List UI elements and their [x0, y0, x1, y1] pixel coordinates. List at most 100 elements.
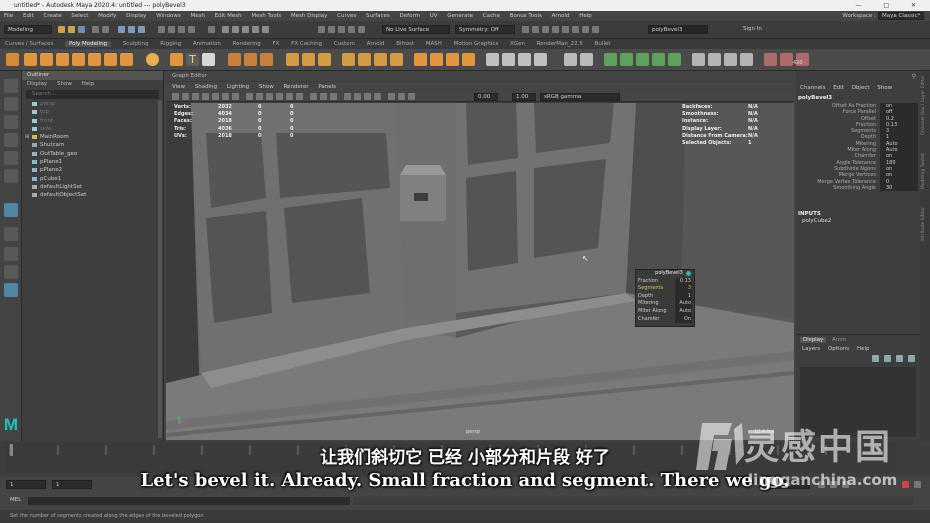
menu-mesh-tools[interactable]: Mesh Tools — [251, 13, 281, 19]
mel-command-input[interactable] — [28, 497, 350, 505]
input-line-icon[interactable] — [522, 26, 529, 33]
menu-create[interactable]: Create — [43, 13, 61, 19]
platonic-solid-icon[interactable] — [146, 53, 159, 66]
isolate-select-icon[interactable] — [388, 93, 395, 100]
boolean-difference-icon[interactable] — [302, 53, 315, 66]
open-scene-icon[interactable] — [68, 26, 75, 33]
shelf-tab-arnold[interactable]: Arnold — [367, 41, 385, 47]
render-settings-icon[interactable] — [348, 26, 355, 33]
target-weld-icon[interactable] — [502, 53, 515, 66]
poly-type-icon[interactable]: T — [186, 53, 199, 66]
delete-history-icon[interactable] — [764, 53, 777, 66]
toggle-tool-settings-icon[interactable] — [582, 26, 589, 33]
poly-torus-icon[interactable] — [88, 53, 101, 66]
shadows-icon[interactable] — [296, 93, 303, 100]
shelf-tab-bifrost[interactable]: Bifrost — [396, 41, 414, 47]
channel-box-pin-icon[interactable]: ⚲ — [912, 73, 916, 80]
select-camera-icon[interactable] — [172, 93, 179, 100]
gamma-icon[interactable] — [408, 93, 415, 100]
minimize-icon[interactable]: — — [855, 2, 871, 9]
render-icon[interactable] — [328, 26, 335, 33]
layer-down-icon[interactable] — [908, 355, 915, 362]
symmetry-dropdown[interactable]: Symmetry: Off — [455, 25, 515, 34]
menu-cache[interactable]: Cache — [483, 13, 500, 19]
lights-icon[interactable] — [286, 93, 293, 100]
shelf-tab-fx-caching[interactable]: FX Caching — [291, 41, 322, 47]
maximize-icon[interactable]: □ — [883, 2, 899, 9]
bevel-row[interactable]: Depth 1 — [636, 292, 694, 301]
outliner-menu-help[interactable]: Help — [82, 81, 95, 87]
outliner-item[interactable]: side — [22, 125, 163, 133]
menu-edit-mesh[interactable]: Edit Mesh — [215, 13, 242, 19]
bevel-icon[interactable] — [414, 53, 427, 66]
combine-icon[interactable] — [228, 53, 241, 66]
menu-deform[interactable]: Deform — [400, 13, 420, 19]
select-tool-icon[interactable] — [4, 79, 18, 93]
cylindrical-map-icon[interactable] — [652, 53, 665, 66]
backface-icon[interactable] — [330, 93, 337, 100]
menu-surfaces[interactable]: Surfaces — [366, 13, 390, 19]
bevel-row-value[interactable]: 1 — [675, 292, 692, 301]
image-plane-icon[interactable] — [202, 93, 209, 100]
four-view-icon[interactable] — [4, 227, 18, 241]
wireframe-on-shaded-icon[interactable] — [266, 93, 273, 100]
poly-cone-icon[interactable] — [72, 53, 85, 66]
soften-edge-icon[interactable] — [708, 53, 721, 66]
window-controls[interactable]: — □ ✕ — [855, 0, 926, 11]
harden-edge-icon[interactable] — [724, 53, 737, 66]
smooth-shade-icon[interactable] — [256, 93, 263, 100]
boolean-intersection-icon[interactable] — [318, 53, 331, 66]
fill-hole-icon[interactable] — [446, 53, 459, 66]
channel-menu-object[interactable]: Object — [852, 85, 870, 91]
channel-row[interactable]: Smoothing Angle 30 — [796, 184, 920, 192]
extrude-icon[interactable] — [374, 53, 387, 66]
outliner-item[interactable]: front — [22, 117, 163, 125]
menu-curves[interactable]: Curves — [337, 13, 356, 19]
channel-row-value[interactable]: 30 — [880, 184, 918, 192]
pin-icon[interactable] — [686, 271, 691, 276]
spherical-map-icon[interactable] — [668, 53, 681, 66]
outliner-item[interactable]: pCube1 — [22, 175, 163, 183]
menu-bonus-tools[interactable]: Bonus Tools — [510, 13, 542, 19]
persp-outliner-icon[interactable] — [4, 247, 18, 261]
poly-plane-icon[interactable] — [104, 53, 117, 66]
menu-uv[interactable]: UV — [430, 13, 438, 19]
xray-active-icon[interactable] — [398, 93, 405, 100]
hypershade-icon[interactable] — [358, 26, 365, 33]
anti-aliasing-icon[interactable] — [364, 93, 371, 100]
outliner-menu-display[interactable]: Display — [27, 81, 47, 87]
channel-menu-channels[interactable]: Channels — [800, 85, 825, 91]
expand-icon[interactable]: ⊞ — [25, 133, 30, 141]
mode-dropdown[interactable]: Modeling — [4, 25, 52, 34]
connect-icon[interactable] — [518, 53, 531, 66]
smooth-icon[interactable] — [260, 53, 273, 66]
new-scene-icon[interactable] — [58, 26, 65, 33]
bevel-row-value[interactable]: 0.13 — [675, 277, 692, 286]
wireframe-icon[interactable] — [246, 93, 253, 100]
lasso-tool-icon[interactable] — [4, 97, 18, 111]
quad-draw-icon[interactable] — [534, 53, 547, 66]
menu-help[interactable]: Help — [579, 13, 592, 19]
depth-of-field-icon[interactable] — [374, 93, 381, 100]
shelf-tab-curves-surfaces[interactable]: Curves / Surfaces — [5, 41, 53, 47]
append-polygon-icon[interactable] — [430, 53, 443, 66]
bridge-icon[interactable] — [390, 53, 403, 66]
layer-tab-anim[interactable]: Anim — [832, 337, 846, 343]
shelf-tab-bullet[interactable]: Bullet — [595, 41, 611, 47]
insert-edge-loop-icon[interactable] — [564, 53, 577, 66]
shelf-tab-rendering[interactable]: Rendering — [233, 41, 261, 47]
lock-icon[interactable] — [208, 26, 215, 33]
history-icon[interactable] — [318, 26, 325, 33]
center-pivot-icon[interactable] — [780, 53, 793, 66]
side-tab-modeling-toolkit[interactable]: Modeling Toolkit — [921, 153, 929, 189]
xray-joints-icon[interactable] — [320, 93, 327, 100]
outliner-item[interactable]: pPlane2 — [22, 166, 163, 174]
ipr-render-icon[interactable] — [338, 26, 345, 33]
motion-blur-icon[interactable] — [354, 93, 361, 100]
scale-tool-icon[interactable] — [4, 169, 18, 183]
bevel-row-value[interactable]: Auto — [675, 307, 692, 316]
menu-file[interactable]: File — [4, 13, 13, 19]
textured-icon[interactable] — [276, 93, 283, 100]
shelf-tab-motion-graphics[interactable]: Motion Graphics — [454, 41, 499, 47]
edge-mask-icon[interactable] — [168, 26, 175, 33]
